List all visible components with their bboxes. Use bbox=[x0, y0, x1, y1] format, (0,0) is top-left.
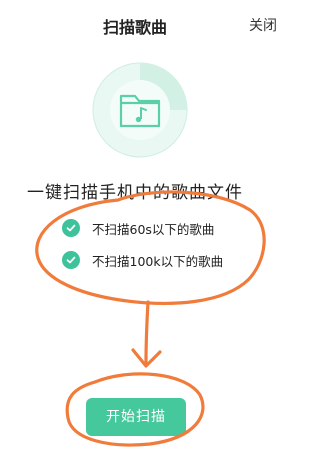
option-skip-small-songs[interactable]: 不扫描100k以下的歌曲 bbox=[62, 250, 223, 270]
annotation-arrow bbox=[144, 300, 150, 364]
annotation-arrow-head bbox=[131, 348, 162, 368]
page-title: 扫描歌曲 bbox=[102, 18, 167, 37]
header: 扫描歌曲 关闭 bbox=[0, 0, 277, 48]
scan-heading: 一键扫描手机中的歌曲文件 bbox=[27, 183, 243, 203]
close-button[interactable]: 关闭 bbox=[249, 15, 277, 35]
option-label: 不扫描60s以下的歌曲 bbox=[92, 221, 215, 237]
annotation-circle-options bbox=[35, 190, 266, 305]
check-icon[interactable] bbox=[62, 219, 80, 237]
scan-songs-screen: 扫描歌曲 关闭 一键扫描手机中的歌曲文件 不扫描60s以下的歌曲 不扫描100k… bbox=[0, 0, 277, 455]
option-skip-short-songs[interactable]: 不扫描60s以下的歌曲 bbox=[62, 218, 214, 238]
start-scan-button[interactable]: 开始扫描 bbox=[86, 398, 186, 436]
option-label: 不扫描100k以下的歌曲 bbox=[92, 253, 224, 269]
check-icon[interactable] bbox=[62, 251, 80, 269]
music-folder-icon bbox=[90, 60, 190, 160]
